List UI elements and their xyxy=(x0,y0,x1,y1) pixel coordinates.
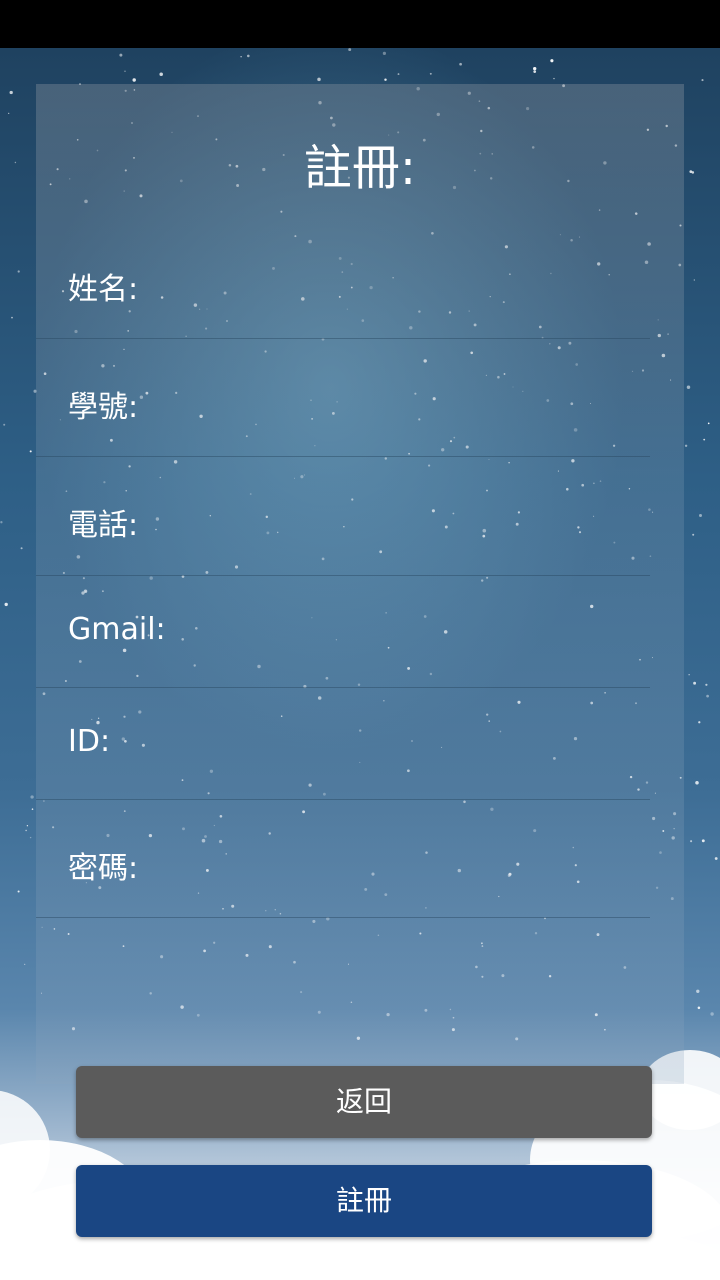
star-dot xyxy=(429,72,432,75)
gmail-label: Gmail: xyxy=(68,612,166,647)
star-dot xyxy=(25,829,27,832)
register-button[interactable]: 註冊 xyxy=(76,1165,652,1237)
star-dot xyxy=(459,62,462,66)
star-dot xyxy=(317,77,321,82)
name-label: 姓名: xyxy=(68,272,139,307)
back-button[interactable]: 返回 xyxy=(76,1066,652,1138)
star-dot xyxy=(24,963,26,966)
star-dot xyxy=(382,51,386,55)
star-dot xyxy=(124,70,126,72)
page-title: 註冊: xyxy=(303,140,417,196)
star-dot xyxy=(688,674,690,676)
star-dot xyxy=(4,602,8,607)
star-dot xyxy=(240,56,242,58)
star-dot xyxy=(701,839,705,843)
star-dot xyxy=(29,450,32,453)
star-dot xyxy=(159,72,163,77)
star-dot xyxy=(533,66,537,71)
star-dot xyxy=(31,808,34,810)
star-dot xyxy=(693,681,697,685)
student-id-field-row: 學號: xyxy=(36,338,650,457)
star-dot xyxy=(8,112,10,115)
star-dot xyxy=(384,78,387,81)
gmail-input[interactable] xyxy=(216,575,640,687)
star-dot xyxy=(247,54,250,58)
star-dot xyxy=(17,270,20,273)
star-dot xyxy=(701,79,704,82)
id-field-row: ID: xyxy=(36,687,650,800)
star-dot xyxy=(690,840,693,843)
star-dot xyxy=(714,857,718,860)
status-bar xyxy=(0,0,720,48)
star-dot xyxy=(706,694,709,698)
gmail-field-row: Gmail: xyxy=(36,575,650,688)
star-dot xyxy=(3,423,6,426)
id-label: ID: xyxy=(68,724,111,759)
star-dot xyxy=(9,90,13,95)
password-input[interactable] xyxy=(216,799,640,917)
star-dot xyxy=(348,48,352,52)
id-input[interactable] xyxy=(216,687,640,799)
star-dot xyxy=(705,683,708,686)
star-dot xyxy=(693,279,695,281)
star-dot xyxy=(553,77,555,80)
phone-label: 電話: xyxy=(68,508,139,543)
star-dot xyxy=(29,836,32,839)
star-dot xyxy=(30,795,34,799)
star-dot xyxy=(707,422,710,425)
password-label: 密碼: xyxy=(68,851,139,886)
star-dot xyxy=(550,59,554,63)
student-id-label: 學號: xyxy=(68,390,139,425)
star-dot xyxy=(0,521,3,524)
star-dot xyxy=(699,514,702,517)
star-dot xyxy=(17,890,20,893)
star-dot xyxy=(132,78,136,82)
name-field-row: 姓名: xyxy=(36,240,650,339)
star-dot xyxy=(397,73,400,76)
star-dot xyxy=(703,438,706,441)
star-dot xyxy=(684,444,688,448)
phone-input[interactable] xyxy=(216,456,640,575)
star-dot xyxy=(20,547,23,550)
star-dot xyxy=(695,781,699,785)
star-dot xyxy=(11,316,13,319)
star-dot xyxy=(26,825,29,827)
password-field-row: 密碼: xyxy=(36,799,650,918)
star-dot xyxy=(533,70,537,73)
star-dot xyxy=(692,533,695,536)
star-dot xyxy=(119,53,123,57)
student-id-input[interactable] xyxy=(216,338,640,456)
phone-field-row: 電話: xyxy=(36,456,650,576)
star-dot xyxy=(686,385,691,390)
star-dot xyxy=(698,721,701,724)
name-input[interactable] xyxy=(216,240,640,338)
